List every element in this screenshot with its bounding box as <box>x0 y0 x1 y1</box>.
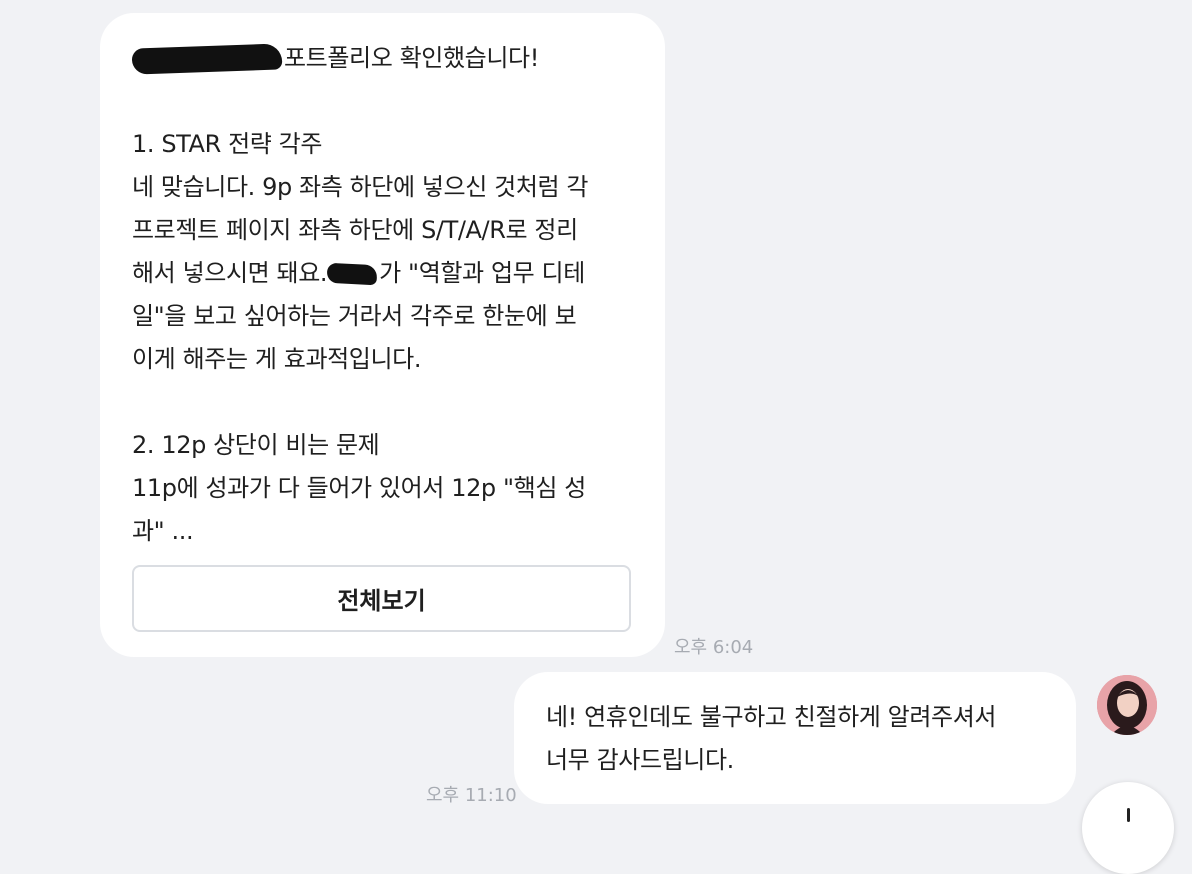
avatar-portrait-icon <box>1097 675 1157 735</box>
incoming-message-bubble: 포트폴리오 확인했습니다! 1. STAR 전략 각주 네 맞습니다. 9p 좌… <box>100 13 665 657</box>
section1-title: 1. STAR 전략 각주 <box>132 130 323 158</box>
incoming-timestamp: 오후 6:04 <box>674 637 754 658</box>
greeting-text: 포트폴리오 확인했습니다! <box>284 44 539 72</box>
message-line: 네! 연휴인데도 불구하고 친절하게 알려주셔서 <box>546 703 997 731</box>
message-fragment: 해서 넣으시면 돼요. <box>132 259 328 287</box>
incoming-message-text: 포트폴리오 확인했습니다! 1. STAR 전략 각주 네 맞습니다. 9p 좌… <box>131 37 647 553</box>
message-line: 프로젝트 페이지 좌측 하단에 S/T/A/R로 정리 <box>132 216 578 244</box>
message-line: 해서 넣으시면 돼요. 가 "역할과 업무 디테 <box>132 252 647 295</box>
message-line: 이게 해주는 게 효과적입니다. <box>132 345 422 373</box>
message-line: 과" ... <box>132 517 194 545</box>
scroll-down-button[interactable] <box>1082 782 1174 874</box>
message-line: 너무 감사드립니다. <box>546 746 734 774</box>
message-line: 11p에 성과가 다 들어가 있어서 12p "핵심 성 <box>132 474 586 502</box>
message-line: 네 맞습니다. 9p 좌측 하단에 넣으신 것처럼 각 <box>132 173 589 201</box>
message-line: 일"을 보고 싶어하는 거라서 각주로 한눈에 보 <box>132 302 577 330</box>
profile-avatar[interactable] <box>1097 675 1157 735</box>
outgoing-message-text: 네! 연휴인데도 불구하고 친절하게 알려주셔서 너무 감사드립니다. <box>546 696 996 782</box>
redacted-name-mark <box>131 42 283 75</box>
redacted-name-mark <box>326 262 378 285</box>
outgoing-message-bubble: 네! 연휴인데도 불구하고 친절하게 알려주셔서 너무 감사드립니다. <box>514 672 1076 804</box>
outgoing-timestamp: 오후 11:10 <box>426 785 517 806</box>
message-fragment: 가 "역할과 업무 디테 <box>379 259 585 287</box>
section2-title: 2. 12p 상단이 비는 문제 <box>132 431 380 459</box>
view-all-button[interactable]: 전체보기 <box>132 565 631 632</box>
message-line: 포트폴리오 확인했습니다! <box>131 37 647 80</box>
